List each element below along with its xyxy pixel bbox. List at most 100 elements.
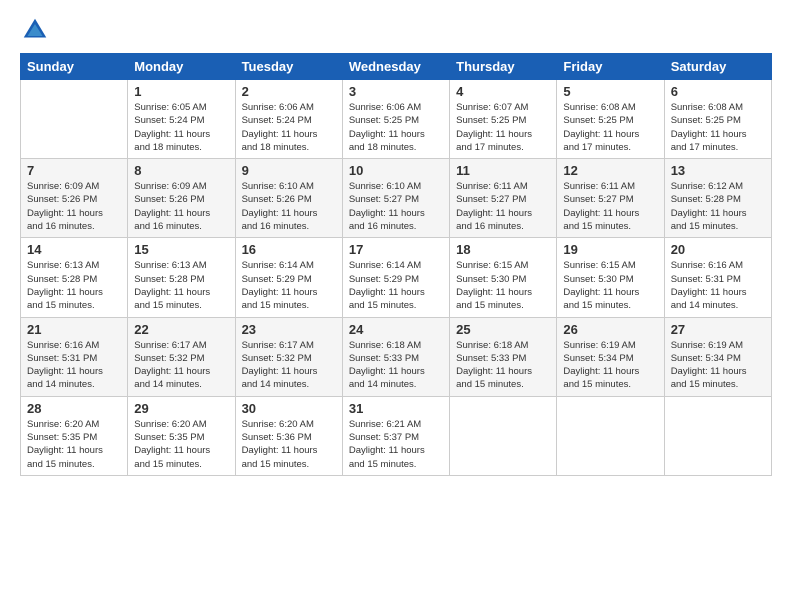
calendar-cell: 20 Sunrise: 6:16 AMSunset: 5:31 PMDayligh…	[664, 238, 771, 317]
logo	[20, 15, 54, 45]
calendar-cell: 2 Sunrise: 6:06 AMSunset: 5:24 PMDaylight…	[235, 80, 342, 159]
day-info: Sunrise: 6:19 AMSunset: 5:34 PMDaylight:…	[563, 339, 657, 392]
day-info: Sunrise: 6:18 AMSunset: 5:33 PMDaylight:…	[349, 339, 443, 392]
calendar-cell: 16 Sunrise: 6:14 AMSunset: 5:29 PMDayligh…	[235, 238, 342, 317]
calendar-header-sunday: Sunday	[21, 54, 128, 80]
day-info: Sunrise: 6:09 AMSunset: 5:26 PMDaylight:…	[27, 180, 121, 233]
calendar-cell: 10Sunrise: 6:10 AMSunset: 5:27 PMDayligh…	[342, 159, 449, 238]
day-info: Sunrise: 6:09 AMSunset: 5:26 PMDaylight:…	[134, 180, 228, 233]
day-info: Sunrise: 6:12 AMSunset: 5:28 PMDaylight:…	[671, 180, 765, 233]
day-number: 6	[671, 84, 765, 99]
calendar-cell: 6 Sunrise: 6:08 AMSunset: 5:25 PMDaylight…	[664, 80, 771, 159]
day-info: Sunrise: 6:20 AMSunset: 5:35 PMDaylight:…	[134, 418, 228, 471]
day-info: Sunrise: 6:17 AMSunset: 5:32 PMDaylight:…	[242, 339, 336, 392]
day-info: Sunrise: 6:06 AMSunset: 5:25 PMDaylight:…	[349, 101, 443, 154]
calendar-week-row: 1 Sunrise: 6:05 AMSunset: 5:24 PMDaylight…	[21, 80, 772, 159]
day-number: 16	[242, 242, 336, 257]
calendar-cell: 9Sunrise: 6:10 AMSunset: 5:26 PMDaylight…	[235, 159, 342, 238]
calendar-cell: 21 Sunrise: 6:16 AMSunset: 5:31 PMDayligh…	[21, 317, 128, 396]
day-info: Sunrise: 6:06 AMSunset: 5:24 PMDaylight:…	[242, 101, 336, 154]
calendar-cell: 13 Sunrise: 6:12 AMSunset: 5:28 PMDayligh…	[664, 159, 771, 238]
calendar-cell: 7 Sunrise: 6:09 AMSunset: 5:26 PMDaylight…	[21, 159, 128, 238]
day-number: 7	[27, 163, 121, 178]
day-info: Sunrise: 6:16 AMSunset: 5:31 PMDaylight:…	[671, 259, 765, 312]
calendar-cell: 19 Sunrise: 6:15 AMSunset: 5:30 PMDayligh…	[557, 238, 664, 317]
day-number: 22	[134, 322, 228, 337]
day-number: 2	[242, 84, 336, 99]
calendar-cell: 14 Sunrise: 6:13 AMSunset: 5:28 PMDayligh…	[21, 238, 128, 317]
calendar-cell: 8Sunrise: 6:09 AMSunset: 5:26 PMDaylight…	[128, 159, 235, 238]
calendar-cell: 28 Sunrise: 6:20 AMSunset: 5:35 PMDayligh…	[21, 396, 128, 475]
day-info: Sunrise: 6:11 AMSunset: 5:27 PMDaylight:…	[563, 180, 657, 233]
day-info: Sunrise: 6:19 AMSunset: 5:34 PMDaylight:…	[671, 339, 765, 392]
day-number: 1	[134, 84, 228, 99]
calendar-cell: 4 Sunrise: 6:07 AMSunset: 5:25 PMDaylight…	[450, 80, 557, 159]
calendar-header-saturday: Saturday	[664, 54, 771, 80]
day-info: Sunrise: 6:05 AMSunset: 5:24 PMDaylight:…	[134, 101, 228, 154]
day-number: 20	[671, 242, 765, 257]
day-number: 14	[27, 242, 121, 257]
day-number: 4	[456, 84, 550, 99]
calendar-cell: 3Sunrise: 6:06 AMSunset: 5:25 PMDaylight…	[342, 80, 449, 159]
day-number: 21	[27, 322, 121, 337]
calendar-cell: 30 Sunrise: 6:20 AMSunset: 5:36 PMDayligh…	[235, 396, 342, 475]
calendar-cell: 27 Sunrise: 6:19 AMSunset: 5:34 PMDayligh…	[664, 317, 771, 396]
calendar-header-row: SundayMondayTuesdayWednesdayThursdayFrid…	[21, 54, 772, 80]
day-info: Sunrise: 6:20 AMSunset: 5:35 PMDaylight:…	[27, 418, 121, 471]
day-info: Sunrise: 6:13 AMSunset: 5:28 PMDaylight:…	[27, 259, 121, 312]
day-info: Sunrise: 6:20 AMSunset: 5:36 PMDaylight:…	[242, 418, 336, 471]
day-info: Sunrise: 6:10 AMSunset: 5:26 PMDaylight:…	[242, 180, 336, 233]
calendar-cell: 15 Sunrise: 6:13 AMSunset: 5:28 PMDayligh…	[128, 238, 235, 317]
day-number: 17	[349, 242, 443, 257]
calendar-header-friday: Friday	[557, 54, 664, 80]
day-number: 29	[134, 401, 228, 416]
calendar-cell: 11Sunrise: 6:11 AMSunset: 5:27 PMDayligh…	[450, 159, 557, 238]
day-info: Sunrise: 6:16 AMSunset: 5:31 PMDaylight:…	[27, 339, 121, 392]
day-number: 24	[349, 322, 443, 337]
day-info: Sunrise: 6:18 AMSunset: 5:33 PMDaylight:…	[456, 339, 550, 392]
calendar-cell: 31 Sunrise: 6:21 AMSunset: 5:37 PMDayligh…	[342, 396, 449, 475]
calendar-cell: 23 Sunrise: 6:17 AMSunset: 5:32 PMDayligh…	[235, 317, 342, 396]
calendar-header-tuesday: Tuesday	[235, 54, 342, 80]
day-info: Sunrise: 6:08 AMSunset: 5:25 PMDaylight:…	[671, 101, 765, 154]
day-number: 30	[242, 401, 336, 416]
day-number: 13	[671, 163, 765, 178]
day-number: 25	[456, 322, 550, 337]
calendar-cell: 1 Sunrise: 6:05 AMSunset: 5:24 PMDaylight…	[128, 80, 235, 159]
day-number: 26	[563, 322, 657, 337]
calendar-header-thursday: Thursday	[450, 54, 557, 80]
day-number: 23	[242, 322, 336, 337]
day-info: Sunrise: 6:15 AMSunset: 5:30 PMDaylight:…	[563, 259, 657, 312]
day-info: Sunrise: 6:13 AMSunset: 5:28 PMDaylight:…	[134, 259, 228, 312]
page: SundayMondayTuesdayWednesdayThursdayFrid…	[0, 0, 792, 612]
calendar-cell: 12 Sunrise: 6:11 AMSunset: 5:27 PMDayligh…	[557, 159, 664, 238]
day-number: 28	[27, 401, 121, 416]
day-info: Sunrise: 6:17 AMSunset: 5:32 PMDaylight:…	[134, 339, 228, 392]
day-number: 15	[134, 242, 228, 257]
calendar-cell	[450, 396, 557, 475]
calendar-cell: 29 Sunrise: 6:20 AMSunset: 5:35 PMDayligh…	[128, 396, 235, 475]
header	[20, 15, 772, 45]
calendar-header-wednesday: Wednesday	[342, 54, 449, 80]
day-info: Sunrise: 6:21 AMSunset: 5:37 PMDaylight:…	[349, 418, 443, 471]
calendar-cell: 22 Sunrise: 6:17 AMSunset: 5:32 PMDayligh…	[128, 317, 235, 396]
calendar-header-monday: Monday	[128, 54, 235, 80]
calendar-week-row: 21 Sunrise: 6:16 AMSunset: 5:31 PMDayligh…	[21, 317, 772, 396]
day-info: Sunrise: 6:15 AMSunset: 5:30 PMDaylight:…	[456, 259, 550, 312]
day-number: 19	[563, 242, 657, 257]
day-info: Sunrise: 6:07 AMSunset: 5:25 PMDaylight:…	[456, 101, 550, 154]
calendar-cell	[557, 396, 664, 475]
calendar-cell: 24 Sunrise: 6:18 AMSunset: 5:33 PMDayligh…	[342, 317, 449, 396]
calendar-table: SundayMondayTuesdayWednesdayThursdayFrid…	[20, 53, 772, 476]
day-number: 31	[349, 401, 443, 416]
calendar-cell	[21, 80, 128, 159]
day-number: 18	[456, 242, 550, 257]
day-number: 12	[563, 163, 657, 178]
day-info: Sunrise: 6:10 AMSunset: 5:27 PMDaylight:…	[349, 180, 443, 233]
calendar-cell: 5Sunrise: 6:08 AMSunset: 5:25 PMDaylight…	[557, 80, 664, 159]
calendar-week-row: 14 Sunrise: 6:13 AMSunset: 5:28 PMDayligh…	[21, 238, 772, 317]
day-info: Sunrise: 6:14 AMSunset: 5:29 PMDaylight:…	[349, 259, 443, 312]
calendar-week-row: 28 Sunrise: 6:20 AMSunset: 5:35 PMDayligh…	[21, 396, 772, 475]
day-number: 27	[671, 322, 765, 337]
day-info: Sunrise: 6:14 AMSunset: 5:29 PMDaylight:…	[242, 259, 336, 312]
